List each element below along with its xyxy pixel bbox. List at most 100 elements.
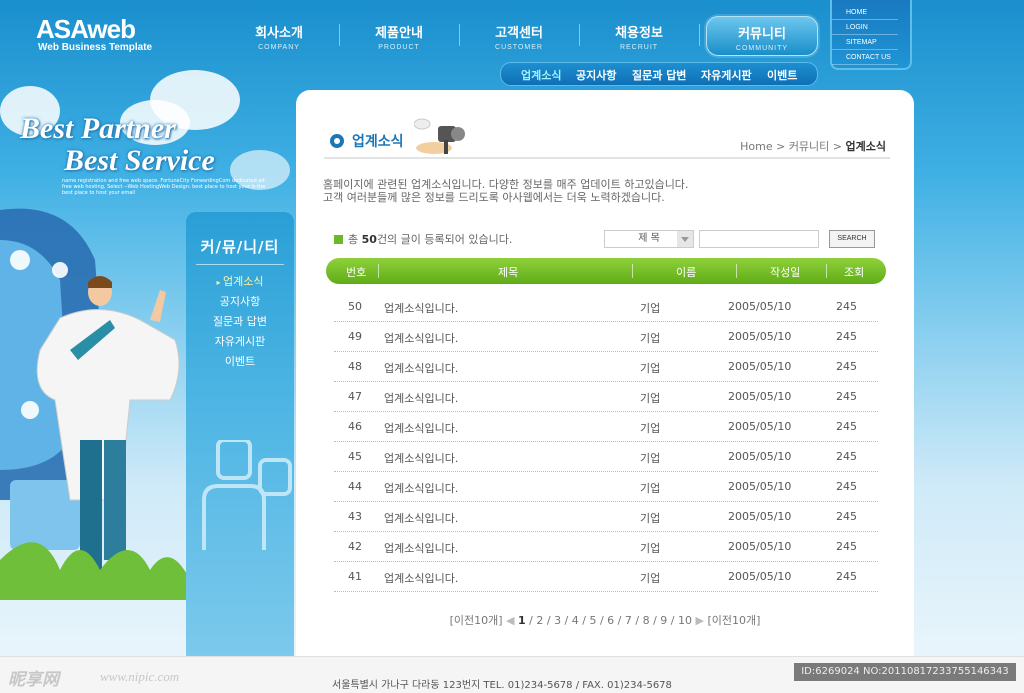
watermark-url: www.nipic.com [100, 669, 180, 684]
search-button[interactable]: SEARCH [829, 230, 875, 248]
table-row[interactable]: 41 업계소식입니다. 기업 2005/05/10 245 [334, 561, 878, 592]
nav-label: 회사소개 [255, 26, 303, 41]
page-link[interactable]: 5 [589, 614, 596, 627]
nav-label: 고객센터 [495, 26, 543, 41]
util-contact-link[interactable]: CONTACT US [832, 51, 898, 65]
cell-no: 46 [348, 420, 362, 433]
cell-no: 48 [348, 360, 362, 373]
table-row[interactable]: 47 업계소식입니다. 기업 2005/05/10 245 [334, 381, 878, 412]
watermark-text: 昵享网 [8, 670, 59, 690]
people-outline-icon [202, 440, 292, 550]
post-count: 총 50건의 글이 등록되어 있습니다. [334, 231, 512, 247]
nav-item-community[interactable]: 커뮤니티 COMMUNITY [706, 16, 818, 56]
page-link[interactable]: 10 [678, 614, 692, 627]
header-divider [378, 264, 379, 278]
image-id-label: ID:6269024 NO:20110817233755146343 [794, 663, 1016, 681]
sidebar-item-notice[interactable]: 공지사항 [186, 292, 294, 312]
cell-no: 49 [348, 330, 362, 343]
logo-subtitle: Web Business Template [38, 42, 153, 53]
table-row[interactable]: 50 업계소식입니다. 기업 2005/05/10 245 [334, 291, 878, 322]
nav-item-customer[interactable]: 고객센터 CUSTOMER [460, 16, 578, 54]
triangle-right-icon[interactable]: ▶ [695, 614, 703, 627]
page-link[interactable]: 9 [660, 614, 667, 627]
header-divider [826, 264, 827, 278]
subnav-item-board[interactable]: 자유게시판 [701, 67, 752, 83]
page-link[interactable]: 8 [643, 614, 650, 627]
breadcrumb-home[interactable]: Home [740, 140, 772, 153]
pagination-next[interactable]: [이전10개] [707, 614, 760, 627]
breadcrumb-parent[interactable]: 커뮤니티 [789, 140, 829, 153]
sub-nav: 업계소식 공지사항 질문과 답변 자유게시판 이벤트 [500, 62, 818, 86]
cell-views: 245 [836, 480, 857, 493]
subnav-item-qna[interactable]: 질문과 답변 [632, 67, 686, 83]
chevron-down-icon[interactable] [677, 231, 693, 247]
header-divider [736, 264, 737, 278]
page-link[interactable]: 3 [554, 614, 561, 627]
cell-title[interactable]: 업계소식입니다. [384, 420, 458, 436]
cell-title[interactable]: 업계소식입니다. [384, 570, 458, 586]
table-row[interactable]: 42 업계소식입니다. 기업 2005/05/10 245 [334, 531, 878, 562]
subnav-item-event[interactable]: 이벤트 [767, 67, 797, 83]
cell-title[interactable]: 업계소식입니다. [384, 300, 458, 316]
table-row[interactable]: 49 업계소식입니다. 기업 2005/05/10 245 [334, 321, 878, 352]
page-description: 홈페이지에 관련된 업계소식입니다. 다양한 정보를 매주 업데이트 하고있습니… [323, 178, 688, 204]
nav-sublabel: RECRUIT [619, 44, 659, 51]
page-link-current[interactable]: 1 [518, 614, 526, 627]
column-header-date: 작성일 [770, 266, 801, 279]
title-bullet-icon [330, 134, 344, 148]
count-suffix: 건의 글이 등록되어 있습니다. [376, 233, 513, 246]
search-input[interactable] [699, 230, 819, 248]
sidebar-item-board[interactable]: 자유게시판 [186, 332, 294, 352]
search-field-select[interactable]: 제 목 [604, 230, 694, 248]
nav-item-product[interactable]: 제품안내 PRODUCT [340, 16, 458, 54]
triangle-left-icon[interactable]: ◀ [506, 614, 514, 627]
nav-item-company[interactable]: 회사소개 COMPANY [220, 16, 338, 54]
cell-views: 245 [836, 300, 857, 313]
sidebar-divider [196, 264, 284, 265]
table-row[interactable]: 43 업계소식입니다. 기업 2005/05/10 245 [334, 501, 878, 532]
nav-divider [699, 24, 700, 46]
cell-name: 기업 [640, 542, 661, 555]
table-row[interactable]: 48 업계소식입니다. 기업 2005/05/10 245 [334, 351, 878, 382]
table-row[interactable]: 44 업계소식입니다. 기업 2005/05/10 245 [334, 471, 878, 502]
util-menu: HOME LOGIN SITEMAP CONTACT US [830, 0, 912, 70]
column-header-name: 이름 [676, 266, 697, 279]
cell-title[interactable]: 업계소식입니다. [384, 480, 458, 496]
logo-title: ASAweb [36, 14, 136, 44]
slogan-line-2: Best Service [64, 144, 215, 177]
cell-title[interactable]: 업계소식입니다. [384, 540, 458, 556]
description-line-1: 홈페이지에 관련된 업계소식입니다. 다양한 정보를 매주 업데이트 하고있습니… [323, 178, 689, 191]
util-sitemap-link[interactable]: SITEMAP [832, 36, 898, 50]
sidebar-title: 커/뮤/니/티 [200, 238, 280, 256]
subnav-item-notice[interactable]: 공지사항 [576, 67, 616, 83]
sidebar-menu: 업계소식 공지사항 질문과 답변 자유게시판 이벤트 [186, 272, 294, 372]
page-link[interactable]: 2 [536, 614, 543, 627]
cell-title[interactable]: 업계소식입니다. [384, 330, 458, 346]
cell-title[interactable]: 업계소식입니다. [384, 450, 458, 466]
cell-date: 2005/05/10 [728, 420, 792, 433]
util-login-link[interactable]: LOGIN [832, 21, 898, 35]
arrow-icon [334, 235, 343, 244]
page-link[interactable]: 7 [625, 614, 632, 627]
cell-title[interactable]: 업계소식입니다. [384, 360, 458, 376]
megaphone-icon [414, 118, 465, 154]
site-logo[interactable]: ASAweb Web Business Template [36, 16, 152, 53]
table-row[interactable]: 45 업계소식입니다. 기업 2005/05/10 245 [334, 441, 878, 472]
subnav-item-news[interactable]: 업계소식 [521, 67, 561, 83]
cell-title[interactable]: 업계소식입니다. [384, 390, 458, 406]
nav-item-recruit[interactable]: 채용정보 RECRUIT [580, 16, 698, 54]
page-link[interactable]: 4 [572, 614, 579, 627]
cell-no: 50 [348, 300, 362, 313]
util-home-link[interactable]: HOME [832, 6, 898, 20]
cell-name: 기업 [640, 482, 661, 495]
pagination-prev[interactable]: [이전10개] [450, 614, 503, 627]
sidebar-item-event[interactable]: 이벤트 [186, 352, 294, 372]
cell-title[interactable]: 업계소식입니다. [384, 510, 458, 526]
sidebar-item-qna[interactable]: 질문과 답변 [186, 312, 294, 332]
table-row[interactable]: 46 업계소식입니다. 기업 2005/05/10 245 [334, 411, 878, 442]
nav-sublabel: PRODUCT [378, 44, 420, 51]
page-link[interactable]: 6 [607, 614, 614, 627]
cell-no: 41 [348, 570, 362, 583]
sidebar-item-news[interactable]: 업계소식 [186, 272, 294, 292]
cell-date: 2005/05/10 [728, 390, 792, 403]
